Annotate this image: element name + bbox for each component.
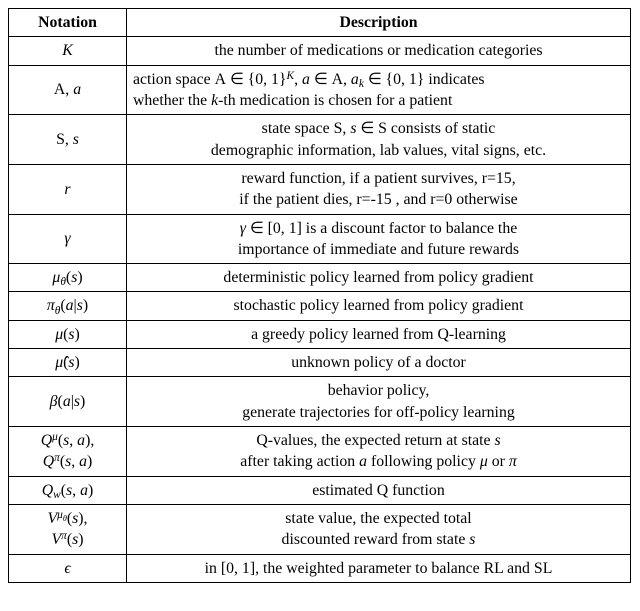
description-cell: state value, the expected totaldiscounte… bbox=[127, 504, 631, 554]
notation-cell: Qw(s, a) bbox=[9, 476, 127, 504]
description-cell: unknown policy of a doctor bbox=[127, 349, 631, 377]
description-cell: a greedy policy learned from Q-learning bbox=[127, 320, 631, 348]
notation-cell: r bbox=[9, 164, 127, 214]
notation-cell: μ̂(s) bbox=[9, 349, 127, 377]
description-cell: in [0, 1], the weighted parameter to bal… bbox=[127, 554, 631, 582]
description-cell: stochastic policy learned from policy gr… bbox=[127, 292, 631, 320]
notation-cell: K bbox=[9, 37, 127, 65]
description-cell: reward function, if a patient survives, … bbox=[127, 164, 631, 214]
notation-cell: γ bbox=[9, 214, 127, 264]
table-row: μ̂(s)unknown policy of a doctor bbox=[9, 349, 631, 377]
table-row: γγ ∈ [0, 1] is a discount factor to bala… bbox=[9, 214, 631, 264]
description-cell: γ ∈ [0, 1] is a discount factor to balan… bbox=[127, 214, 631, 264]
table-row: μ(s)a greedy policy learned from Q-learn… bbox=[9, 320, 631, 348]
table-header-row: Notation Description bbox=[9, 9, 631, 37]
table-row: Qw(s, a)estimated Q function bbox=[9, 476, 631, 504]
header-notation: Notation bbox=[9, 9, 127, 37]
table-row: Vμθ(s),Vπ(s)state value, the expected to… bbox=[9, 504, 631, 554]
notation-cell: S, s bbox=[9, 115, 127, 165]
notation-cell: πθ(a|s) bbox=[9, 292, 127, 320]
description-cell: Q-values, the expected return at state s… bbox=[127, 427, 631, 477]
description-cell: the number of medications or medication … bbox=[127, 37, 631, 65]
table-row: rreward function, if a patient survives,… bbox=[9, 164, 631, 214]
table-row: Qμ(s, a),Qπ(s, a)Q-values, the expected … bbox=[9, 427, 631, 477]
header-description: Description bbox=[127, 9, 631, 37]
description-cell: behavior policy,generate trajectories fo… bbox=[127, 377, 631, 427]
description-cell: deterministic policy learned from policy… bbox=[127, 264, 631, 292]
notation-cell: A, a bbox=[9, 65, 127, 115]
description-cell: state space S, s ∈ S consists of staticd… bbox=[127, 115, 631, 165]
description-cell: estimated Q function bbox=[127, 476, 631, 504]
notation-cell: μθ(s) bbox=[9, 264, 127, 292]
table-row: A, aaction space A ∈ {0, 1}K, a ∈ A, ak … bbox=[9, 65, 631, 115]
notation-table: Notation Description Kthe number of medi… bbox=[8, 8, 631, 583]
table-row: Kthe number of medications or medication… bbox=[9, 37, 631, 65]
table-row: S, sstate space S, s ∈ S consists of sta… bbox=[9, 115, 631, 165]
notation-cell: ϵ bbox=[9, 554, 127, 582]
table-row: ϵin [0, 1], the weighted parameter to ba… bbox=[9, 554, 631, 582]
notation-cell: Qμ(s, a),Qπ(s, a) bbox=[9, 427, 127, 477]
notation-cell: μ(s) bbox=[9, 320, 127, 348]
notation-cell: Vμθ(s),Vπ(s) bbox=[9, 504, 127, 554]
table-row: μθ(s)deterministic policy learned from p… bbox=[9, 264, 631, 292]
table-row: β(a|s)behavior policy,generate trajector… bbox=[9, 377, 631, 427]
table-row: πθ(a|s)stochastic policy learned from po… bbox=[9, 292, 631, 320]
notation-cell: β(a|s) bbox=[9, 377, 127, 427]
description-cell: action space A ∈ {0, 1}K, a ∈ A, ak ∈ {0… bbox=[127, 65, 631, 115]
